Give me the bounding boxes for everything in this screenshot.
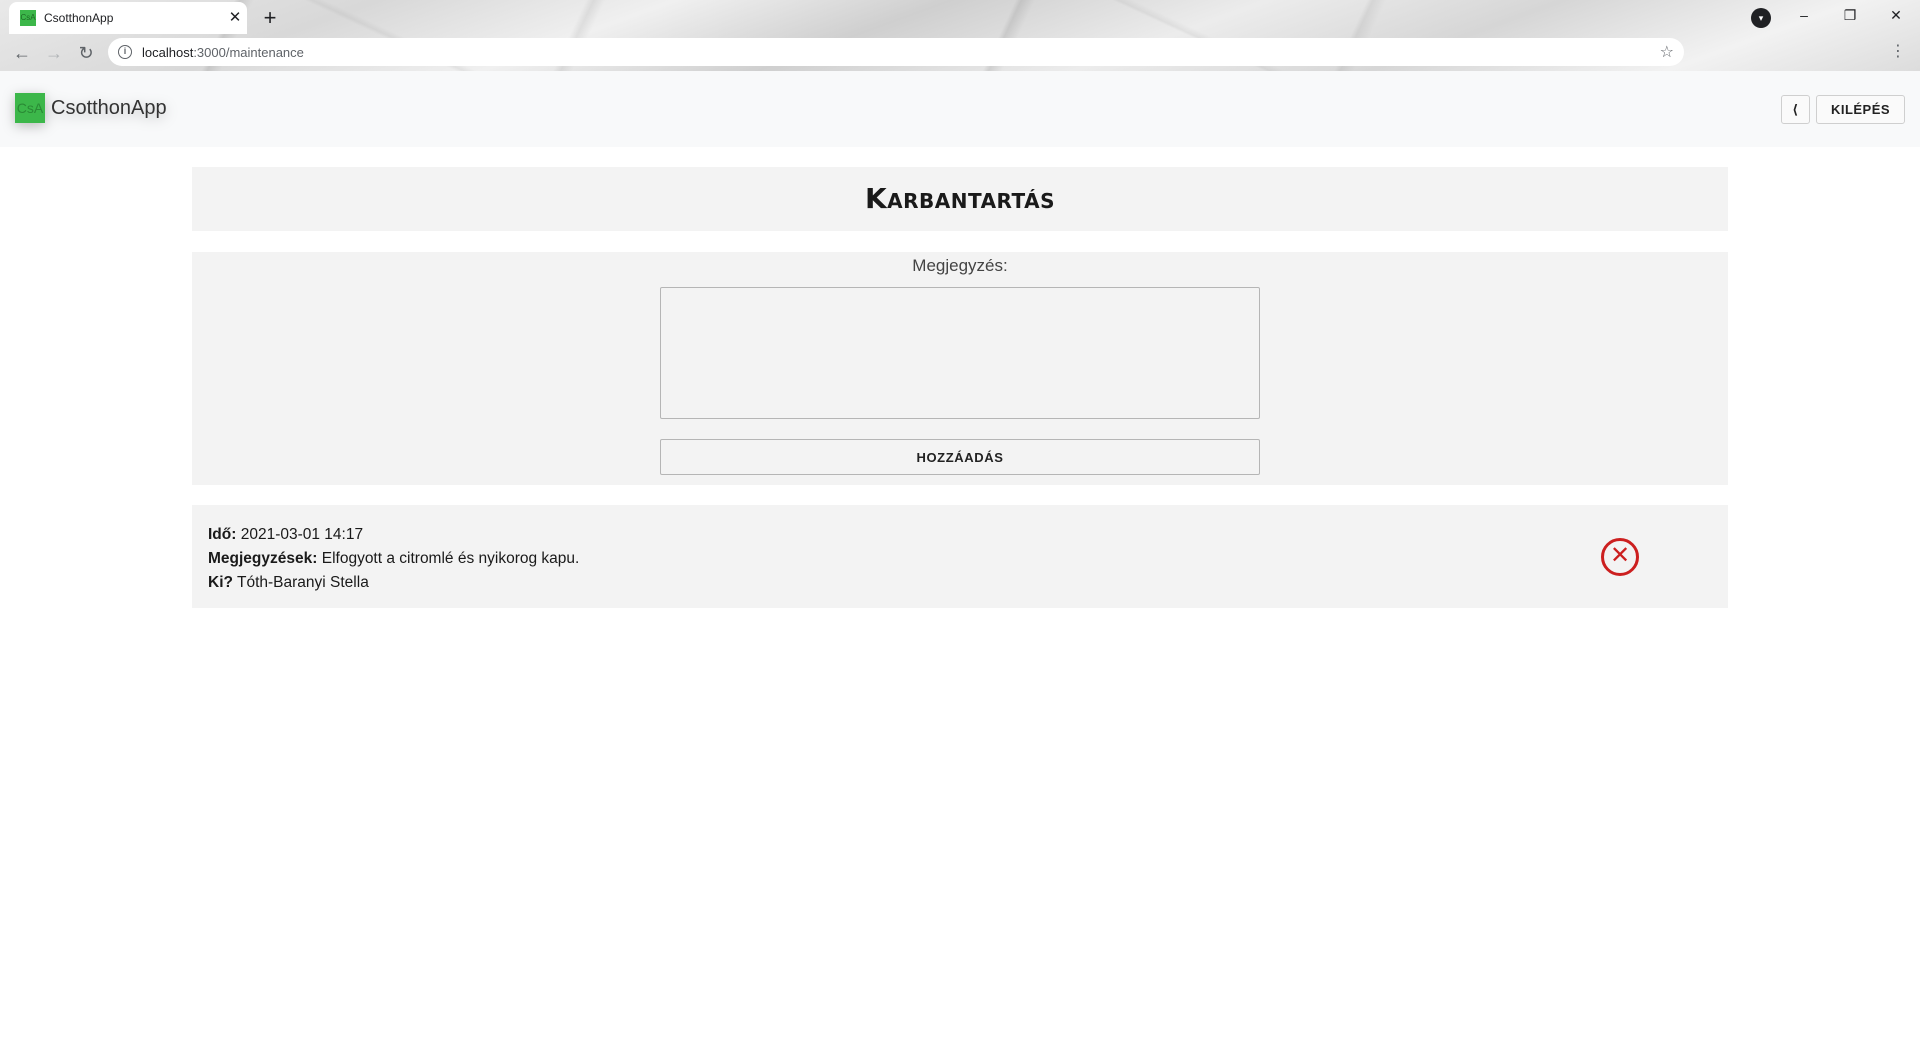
browser-chrome: CsA CsotthonApp ✕ + ▾ – ❐ ✕ ← → ↻ i loca… [0,0,1920,71]
entry-notes-row: Megjegyzések: Elfogyott a citromlé és ny… [208,547,579,571]
entry-notes-label: Megjegyzések: [208,550,318,567]
note-label: Megjegyzés: [912,256,1008,275]
entry-time-row: Idő: 2021-03-01 14:17 [208,523,579,547]
restore-icon[interactable]: ❐ [1827,0,1873,32]
app-header: CsA CsotthonApp ⟨ KILÉPÉS [0,71,1920,147]
back-button[interactable]: ⟨ [1781,95,1810,124]
page-title: Karbantartás [864,182,1056,215]
browser-tab[interactable]: CsA CsotthonApp ✕ [9,2,247,34]
title-panel: Karbantartás [192,167,1728,231]
app-logo: CsA [15,93,45,123]
note-textarea[interactable] [660,287,1260,419]
entry-time-value: 2021-03-01 14:17 [240,526,364,543]
address-bar[interactable]: i localhost:3000/maintenance ☆ [108,38,1684,66]
url-text[interactable]: localhost:3000/maintenance [142,45,304,60]
entry-time-label: Idő: [208,526,237,543]
entry-details: Idő: 2021-03-01 14:17 Megjegyzések: Elfo… [208,523,579,595]
add-button[interactable]: HOZZÁADÁS [660,439,1260,475]
entry-who-label: Ki? [208,574,233,591]
profile-icon[interactable]: ▾ [1751,8,1771,28]
browser-toolbar: ← → ↻ i localhost:3000/maintenance ☆ ⋮ [0,34,1920,71]
entry-who-value: Tóth-Baranyi Stella [237,574,369,591]
kebab-menu-icon[interactable]: ⋮ [1886,38,1910,66]
delete-circle-x-icon[interactable]: ✕ [1601,538,1639,576]
tab-title: CsotthonApp [44,11,114,25]
add-note-form: Megjegyzés: HOZZÁADÁS [192,252,1728,485]
forward-arrow-icon[interactable]: → [40,39,68,67]
back-arrow-icon[interactable]: ← [8,39,36,67]
brand[interactable]: CsA CsotthonApp [15,93,167,123]
bookmark-star-icon[interactable]: ☆ [1660,42,1674,62]
app-name: CsotthonApp [51,96,167,119]
info-icon[interactable]: i [118,45,132,59]
entry-who-row: Ki? Tóth-Baranyi Stella [208,571,579,595]
favicon: CsA [20,10,36,26]
entry-notes-value: Elfogyott a citromlé és nyikorog kapu. [321,550,580,567]
reload-icon[interactable]: ↻ [72,39,100,67]
window-close-icon[interactable]: ✕ [1873,0,1919,32]
minimize-icon[interactable]: – [1781,0,1827,32]
new-tab-plus-icon[interactable]: + [256,5,284,33]
logout-button[interactable]: KILÉPÉS [1816,95,1905,124]
maintenance-entry: Idő: 2021-03-01 14:17 Megjegyzések: Elfo… [192,505,1728,608]
tab-close-icon[interactable]: ✕ [225,8,245,28]
